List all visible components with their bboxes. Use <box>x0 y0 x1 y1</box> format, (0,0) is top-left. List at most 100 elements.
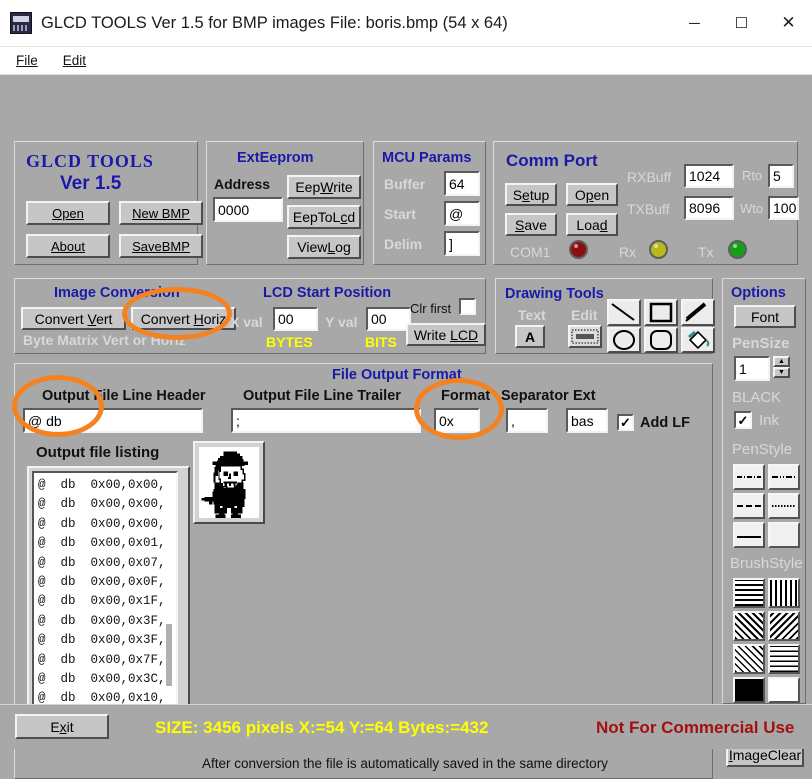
write-lcd-button[interactable]: Write LCD <box>406 323 486 346</box>
about-panel: GLCD TOOLS Ver 1.5 Open New BMP About Sa… <box>14 141 198 265</box>
separator-field[interactable]: , <box>506 408 548 433</box>
eep-write-button[interactable]: EepWrite <box>287 175 361 199</box>
menu-file[interactable]: File <box>7 51 47 70</box>
brushstyle-bdiagonal-swatch[interactable] <box>733 611 765 641</box>
boris-bitmap-image <box>199 447 259 518</box>
brushstyle-diagcross-swatch[interactable] <box>733 644 765 674</box>
ink-checkbox[interactable]: ✓ <box>734 411 752 429</box>
x-val-unit: BYTES <box>266 335 313 349</box>
new-bmp-button[interactable]: New BMP <box>119 201 203 225</box>
y-val-unit: BITS <box>365 335 397 349</box>
file-output-title: File Output Format <box>332 368 462 383</box>
comm-open-button[interactable]: Open <box>566 183 618 206</box>
wto-field[interactable]: 100 <box>768 196 799 220</box>
ellipse-tool-button[interactable] <box>607 327 641 353</box>
rounded-rect-tool-button[interactable] <box>644 327 678 353</box>
rxbuff-field[interactable]: 1024 <box>684 164 734 188</box>
status-bar: Exit SIZE: 3456 pixels X:=54 Y:=64 Bytes… <box>0 704 812 749</box>
drawing-tools-panel: Drawing Tools Text A Edit <box>495 278 713 354</box>
delim-label: Delim <box>384 237 422 251</box>
pensize-stepper[interactable]: ▲ ▼ <box>773 356 790 378</box>
output-listing-title: Output file listing <box>36 445 159 460</box>
format-field[interactable]: 0x <box>434 408 480 433</box>
clr-first-label: Clr first <box>410 302 451 315</box>
delim-field[interactable]: ] <box>444 231 480 256</box>
address-field[interactable]: 0000 <box>213 197 283 222</box>
pensize-field[interactable]: 1 <box>734 356 770 381</box>
tx-status-led <box>728 240 747 259</box>
convert-horiz-button[interactable]: Convert Horiz <box>131 307 236 330</box>
penstyle-dashdotdot-swatch[interactable] <box>768 464 800 490</box>
pensize-down-button[interactable]: ▼ <box>773 367 790 378</box>
brushstyle-solid-swatch[interactable] <box>733 677 765 703</box>
close-button[interactable]: ✕ <box>765 0 812 46</box>
com-status-led <box>569 240 588 259</box>
clr-first-checkbox[interactable] <box>459 298 476 315</box>
minimize-button[interactable]: ─ <box>671 0 718 46</box>
wto-label: Wto <box>740 202 763 215</box>
fill-bucket-tool-button[interactable] <box>681 327 715 353</box>
app-logo-line2: Ver 1.5 <box>60 174 121 193</box>
exit-button[interactable]: Exit <box>15 714 109 739</box>
brushstyle-fdiagonal-swatch[interactable] <box>768 611 800 641</box>
add-lf-checkbox[interactable]: ✓ <box>617 414 634 431</box>
line-trailer-field[interactable]: ; <box>231 408 421 433</box>
penstyle-none-swatch[interactable] <box>768 522 800 548</box>
listing-vertical-scrollbar[interactable] <box>166 624 172 686</box>
rto-field[interactable]: 5 <box>768 164 794 188</box>
comm-save-button[interactable]: Save <box>505 213 557 236</box>
pensize-label: PenSize <box>732 336 790 351</box>
pensize-up-button[interactable]: ▲ <box>773 356 790 367</box>
text-tool-button[interactable]: A <box>515 325 545 348</box>
x-val-field[interactable]: 00 <box>273 307 318 331</box>
font-button[interactable]: Font <box>734 305 796 328</box>
save-bmp-button[interactable]: SaveBMP <box>119 234 203 258</box>
window-controls: ─ ☐ ✕ <box>671 0 812 46</box>
comm-port-panel: Comm Port Setup Open Save Load RXBuff 10… <box>493 141 798 265</box>
menu-edit[interactable]: Edit <box>54 51 95 70</box>
penstyle-dotted-swatch[interactable] <box>768 493 800 519</box>
y-val-field[interactable]: 00 <box>366 307 411 331</box>
penstyle-solid-swatch[interactable] <box>733 522 765 548</box>
brushstyle-vertical-swatch[interactable] <box>768 578 800 608</box>
drawing-tools-title: Drawing Tools <box>505 287 604 302</box>
comm-load-button[interactable]: Load <box>566 213 618 236</box>
conversion-hint: After conversion the file is automatical… <box>202 757 608 771</box>
com-port-label: COM1 <box>510 245 550 259</box>
brushstyle-empty-swatch[interactable] <box>768 677 800 703</box>
output-listing-box[interactable]: @ db 0x00,0x00, @ db 0x00,0x00, @ db 0x0… <box>32 471 178 728</box>
about-button[interactable]: About <box>26 234 110 258</box>
bitmap-preview[interactable] <box>199 447 259 518</box>
rectangle-tool-button[interactable] <box>644 299 678 326</box>
txbuff-field[interactable]: 8096 <box>684 196 734 220</box>
line-header-field[interactable]: @ db <box>23 408 203 433</box>
lcd-start-title: LCD Start Position <box>263 286 391 301</box>
brushstyle-horizontal-swatch[interactable] <box>733 578 765 608</box>
penstyle-label: PenStyle <box>732 442 792 457</box>
convert-vert-button[interactable]: Convert Vert <box>21 307 126 330</box>
rx-status-led <box>649 240 668 259</box>
brushstyle-label: BrushStyle <box>730 556 803 571</box>
comm-setup-button[interactable]: Setup <box>505 183 557 206</box>
eep-to-lcd-button[interactable]: EepToLcd <box>287 205 361 229</box>
options-title: Options <box>731 286 786 301</box>
window-title: GLCD TOOLS Ver 1.5 for BMP images File: … <box>41 14 508 33</box>
maximize-button[interactable]: ☐ <box>718 0 765 46</box>
start-field[interactable]: @ <box>444 201 480 226</box>
add-lf-label: Add LF <box>640 416 690 431</box>
edit-tool-button[interactable] <box>568 325 602 348</box>
start-label: Start <box>384 207 416 221</box>
brushstyle-cross-swatch[interactable] <box>768 644 800 674</box>
ext-field[interactable]: bas <box>566 408 608 433</box>
buffer-field[interactable]: 64 <box>444 171 480 196</box>
separator-label: Separator <box>501 389 569 404</box>
client-area: GLCD TOOLS Ver 1.5 Open New BMP About Sa… <box>0 75 812 750</box>
menu-bar: File Edit <box>0 47 812 75</box>
penstyle-dashed-swatch[interactable] <box>733 493 765 519</box>
open-button[interactable]: Open <box>26 201 110 225</box>
line-header-label: Output File Line Header <box>42 389 206 404</box>
view-log-button[interactable]: ViewLog <box>287 235 361 259</box>
pencil-tool-button[interactable] <box>681 299 715 326</box>
penstyle-dashdot-swatch[interactable] <box>733 464 765 490</box>
line-tool-button[interactable] <box>607 299 641 326</box>
